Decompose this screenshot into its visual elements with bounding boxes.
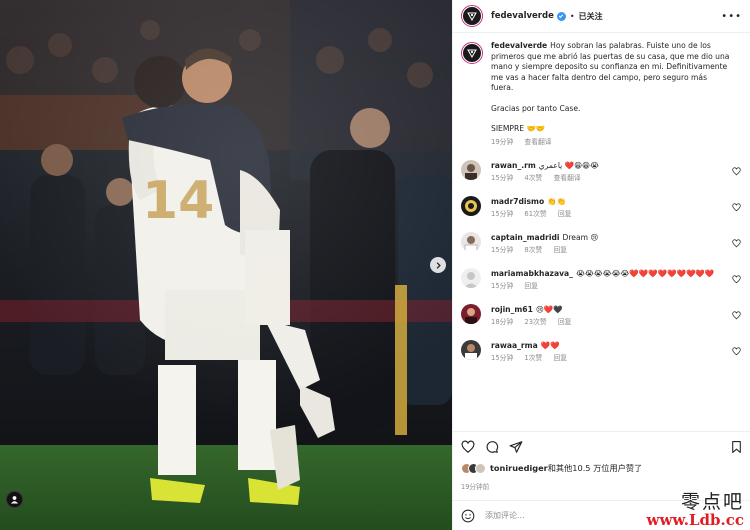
avatar[interactable] (461, 42, 483, 64)
comment-text: ياعمري ❤️😁😁😭 (538, 161, 599, 170)
reply-button[interactable]: 回复 (554, 246, 568, 254)
heart-icon[interactable] (732, 239, 741, 248)
translate-link[interactable]: 查看翻译 (554, 174, 581, 182)
comment-time[interactable]: 18分钟 (491, 318, 513, 326)
action-bar (453, 431, 750, 461)
comment-text: 😭😭😭😭😭😭❤️❤️❤️❤️❤️❤️❤️❤️❤️ (575, 269, 715, 278)
avatar[interactable] (461, 232, 481, 252)
translate-link[interactable]: 查看翻译 (524, 138, 551, 146)
post-panel: fedevalverde • 已关注 ••• fedevalverde Hoy … (452, 0, 750, 530)
avatar[interactable] (461, 160, 481, 180)
likes-summary[interactable]: toniruediger和其他10.5 万位用户赞了 (461, 462, 642, 474)
follow-button[interactable]: 已关注 (579, 11, 603, 22)
comment-item: rawan_.rm ياعمري ❤️😁😁😭 15分钟 4次赞 查看翻译 (461, 160, 743, 184)
heart-icon[interactable] (461, 440, 475, 454)
comment-text: 😢❤️🖤 (535, 305, 563, 314)
add-comment-bar (453, 500, 750, 530)
comment-likes[interactable]: 8次赞 (524, 246, 542, 254)
tagged-user-icon[interactable] (6, 491, 23, 508)
caption-time[interactable]: 19分钟 (491, 138, 513, 146)
avatar[interactable] (461, 304, 481, 324)
carousel-next-button[interactable] (430, 257, 446, 273)
comment-username[interactable]: rawan_.rm (491, 161, 536, 170)
profile-logo-icon (467, 12, 477, 22)
comment-time[interactable]: 15分钟 (491, 282, 513, 290)
post-caption: fedevalverde Hoy sobran las palabras. Fui… (461, 41, 743, 147)
comment-item: rojin_m61 😢❤️🖤 18分钟 23次赞 回复 (461, 304, 743, 328)
reply-button[interactable]: 回复 (524, 282, 538, 290)
comment-likes[interactable]: 23次赞 (524, 318, 546, 326)
heart-icon[interactable] (732, 275, 741, 284)
likes-count-text: 和其他10.5 万位用户赞了 (547, 463, 643, 473)
post-photo: 14 (0, 0, 452, 530)
comment-likes[interactable]: 4次赞 (524, 174, 542, 182)
comment-username[interactable]: rojin_m61 (491, 305, 533, 314)
more-icon[interactable]: ••• (721, 11, 742, 22)
comment-icon[interactable] (485, 440, 499, 454)
comment-time[interactable]: 15分钟 (491, 354, 513, 362)
comment-username[interactable]: captain_madridi (491, 233, 559, 242)
profile-logo-icon (467, 49, 477, 59)
comment-input[interactable] (485, 511, 645, 520)
avatar (475, 462, 486, 474)
reply-button[interactable]: 回复 (558, 318, 572, 326)
comment-time[interactable]: 15分钟 (491, 210, 513, 218)
comments-list[interactable]: fedevalverde Hoy sobran las palabras. Fui… (453, 33, 750, 431)
verified-badge-icon (556, 11, 566, 21)
avatar[interactable] (461, 196, 481, 216)
caption-signoff: SIEMPRE 🤝🤝 (491, 124, 546, 133)
share-icon[interactable] (509, 440, 523, 454)
comment-item: madr7dismo 👏👏 15分钟 61次赞 回复 (461, 196, 743, 220)
heart-icon[interactable] (732, 311, 741, 320)
likes-user[interactable]: toniruediger (490, 463, 548, 473)
avatar[interactable] (461, 340, 481, 360)
reply-button[interactable]: 回复 (554, 354, 568, 362)
comment-likes[interactable]: 1次赞 (524, 354, 542, 362)
comment-item: rawaa_rma ❤️❤️ 15分钟 1次赞 回复 (461, 340, 743, 364)
reply-button[interactable]: 回复 (558, 210, 572, 218)
avatar[interactable] (461, 268, 481, 288)
comment-item: mariamabkhazava_ 😭😭😭😭😭😭❤️❤️❤️❤️❤️❤️❤️❤️❤️… (461, 268, 743, 292)
post-username[interactable]: fedevalverde (491, 11, 554, 21)
comment-time[interactable]: 15分钟 (491, 174, 513, 182)
comment-likes[interactable]: 61次赞 (524, 210, 546, 218)
heart-icon[interactable] (732, 347, 741, 356)
post-header: fedevalverde • 已关注 ••• (453, 0, 750, 33)
heart-icon[interactable] (732, 203, 741, 212)
emoji-icon[interactable] (461, 509, 475, 523)
heart-icon[interactable] (732, 167, 741, 176)
post-image: 14 (0, 0, 452, 530)
comment-time[interactable]: 15分钟 (491, 246, 513, 254)
chevron-right-icon (436, 261, 441, 269)
caption-username[interactable]: fedevalverde (491, 41, 547, 50)
caption-thanks: Gracias por tanto Case. (491, 103, 581, 113)
separator: • (569, 11, 575, 21)
post-timestamp[interactable]: 19分钟前 (461, 481, 489, 491)
avatar[interactable] (461, 5, 483, 27)
comment-username[interactable]: mariamabkhazava_ (491, 269, 573, 278)
comment-text: 👏👏 (547, 197, 567, 206)
comment-username[interactable]: rawaa_rma (491, 341, 538, 350)
comment-text: ❤️❤️ (540, 341, 560, 350)
comment-text: Dream 😢 (562, 233, 599, 242)
comment-username[interactable]: madr7dismo (491, 197, 544, 206)
bookmark-icon[interactable] (730, 440, 743, 454)
comment-item: captain_madridi Dream 😢 15分钟 8次赞 回复 (461, 232, 743, 256)
